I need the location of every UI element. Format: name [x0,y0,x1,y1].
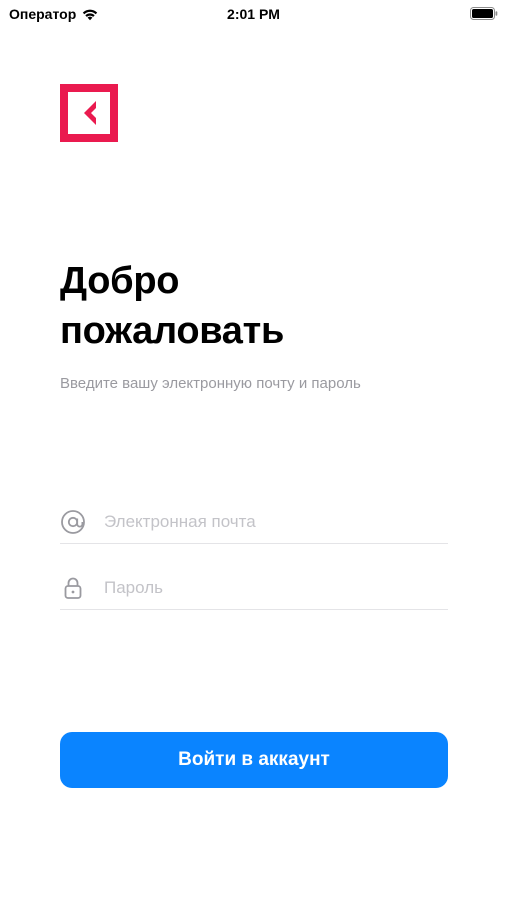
back-chevron-logo-icon [84,101,96,125]
status-bar: Оператор 2:01 PM [0,0,507,28]
welcome-title-line2: пожаловать [60,310,285,352]
lock-icon [64,577,82,599]
status-time: 2:01 PM [227,6,280,22]
welcome-title-line1: Добро [60,260,180,302]
login-button[interactable]: Войти в аккаунт [60,732,448,788]
battery-icon [470,7,498,20]
app-logo [60,84,118,142]
email-field [60,500,448,544]
password-field [60,566,448,610]
password-input[interactable] [104,574,434,602]
welcome-title: Добро пожаловать [60,256,460,356]
welcome-subtitle: Введите вашу электронную почту и пароль [60,375,361,392]
at-icon [61,510,85,534]
email-input[interactable] [104,508,434,536]
